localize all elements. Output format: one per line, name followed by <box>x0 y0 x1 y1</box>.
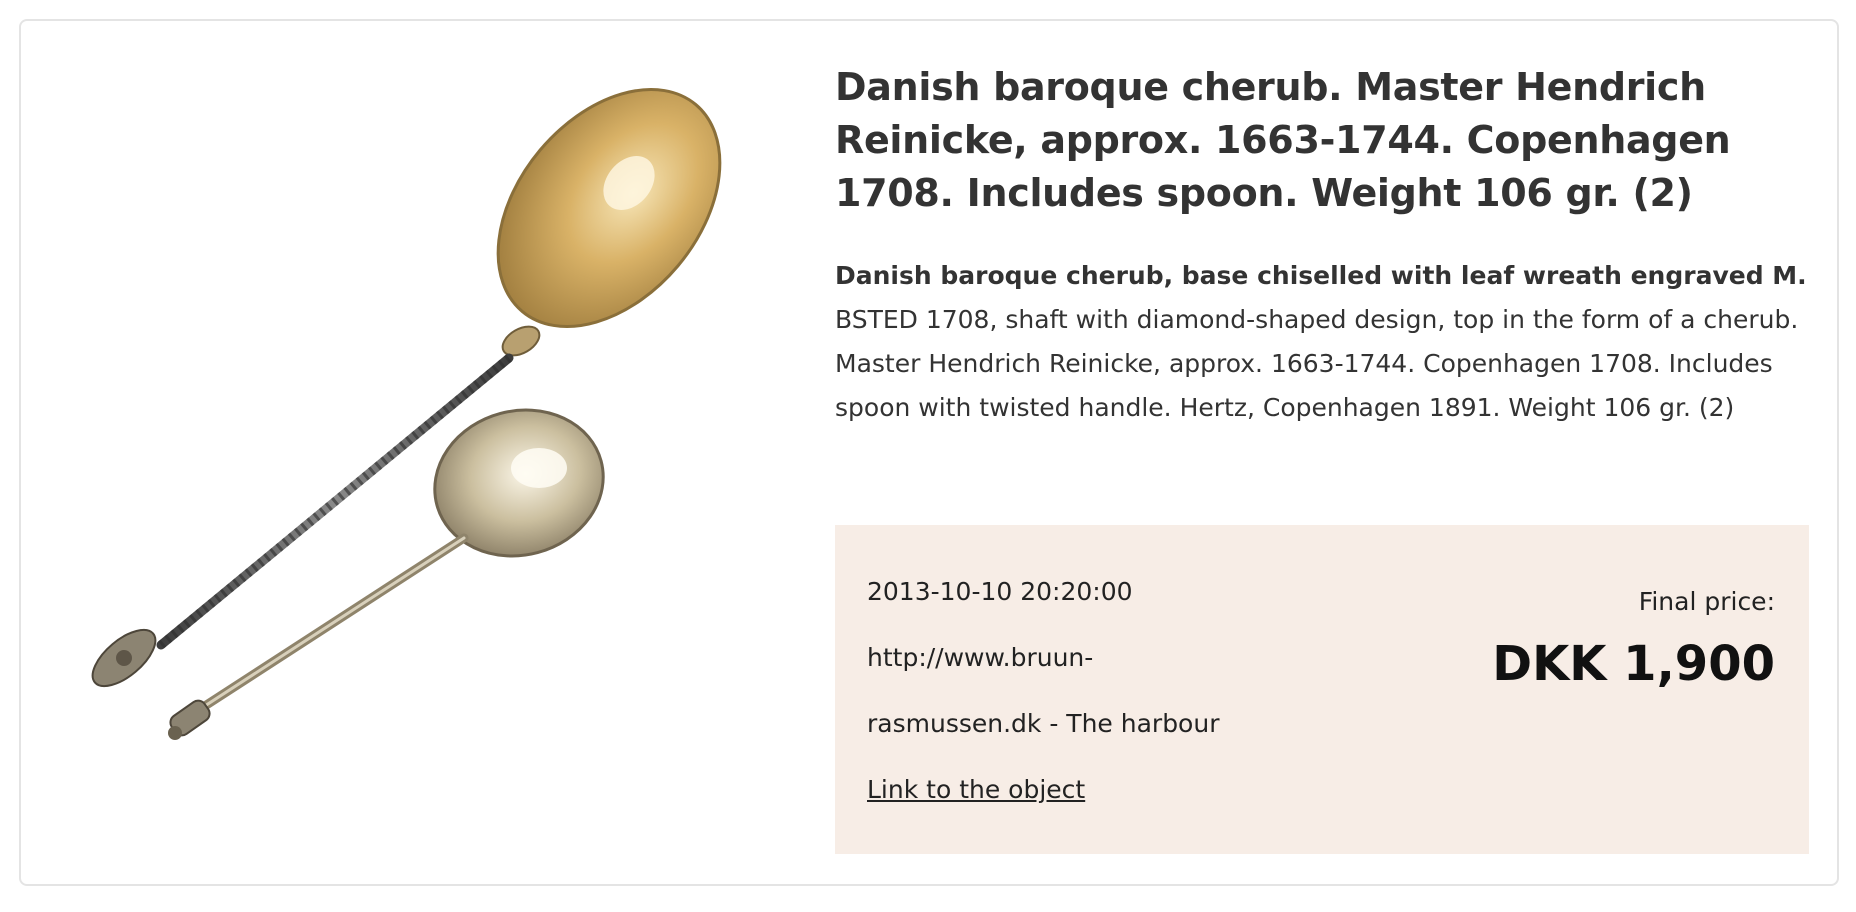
lot-description: Danish baroque cherub, base chiselled wi… <box>835 254 1830 430</box>
final-price-label: Final price: <box>1638 587 1775 616</box>
final-price-block: Final price: DKK 1,900 <box>1492 587 1775 692</box>
object-link[interactable]: Link to the object <box>867 775 1085 804</box>
sale-details-box: 2013-10-10 20:20:00 http://www.bruun-ras… <box>835 525 1809 854</box>
sale-date: 2013-10-10 20:20:00 <box>867 577 1133 606</box>
description-text: BSTED 1708, shaft with diamond-shaped de… <box>835 305 1799 422</box>
lot-title: Danish baroque cherub. Master Hendrich R… <box>835 65 1731 215</box>
lot-image <box>69 73 824 823</box>
lot-card: Danish baroque cherub. Master Hendrich R… <box>19 19 1839 886</box>
description-bold: Danish baroque cherub, base chiselled wi… <box>835 261 1807 290</box>
sale-meta: 2013-10-10 20:20:00 http://www.bruun-ras… <box>867 559 1247 823</box>
sale-source: http://www.bruun-rasmussen.dk - The harb… <box>867 643 1220 738</box>
final-price-value: DKK 1,900 <box>1492 636 1775 692</box>
lot-info: Danish baroque cherub. Master Hendrich R… <box>835 61 1830 430</box>
spoons-image <box>91 88 722 740</box>
